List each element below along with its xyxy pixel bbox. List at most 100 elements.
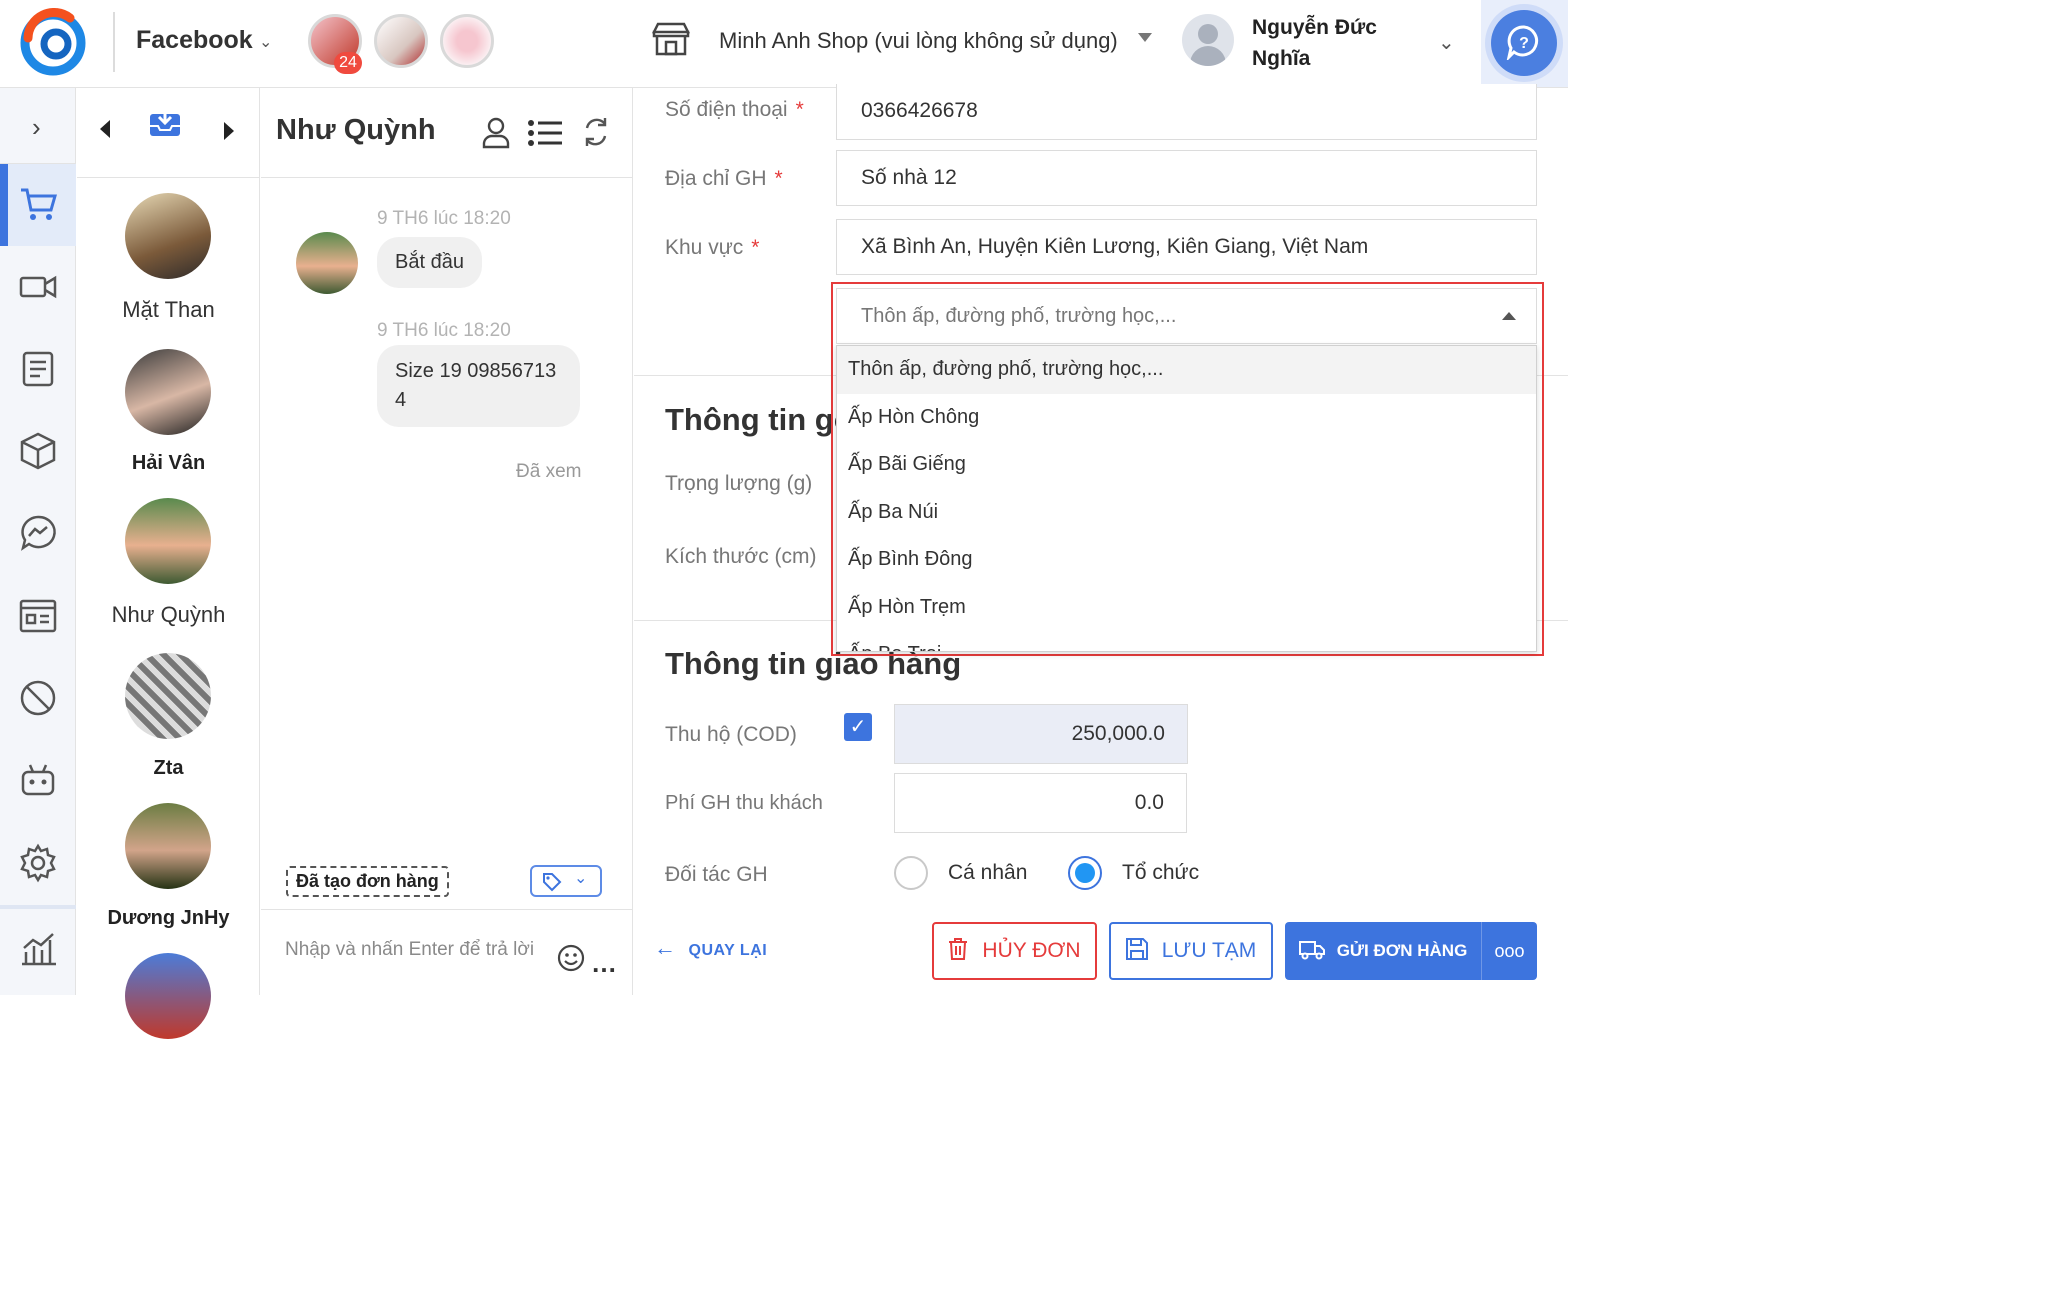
tag-button[interactable]: ⌄: [530, 865, 602, 897]
box-icon[interactable]: [18, 431, 58, 471]
partner-org-label[interactable]: Tổ chức: [1122, 861, 1199, 885]
chat-help-icon: ?: [1506, 25, 1539, 60]
nav-active-indicator: [0, 164, 8, 246]
contact-name[interactable]: Zta: [77, 757, 260, 780]
dropdown-option[interactable]: Ấp Bình Đông: [837, 536, 1536, 584]
sender-avatar: [296, 232, 358, 294]
chevron-down-icon[interactable]: ⌄: [1438, 30, 1455, 55]
cart-icon[interactable]: [18, 184, 58, 224]
page-avatar[interactable]: [440, 14, 494, 68]
messenger-icon[interactable]: [18, 513, 58, 553]
chevron-down-icon[interactable]: ⌄: [259, 32, 272, 52]
trash-icon: [949, 938, 968, 961]
back-button[interactable]: ← QUAY LẠI: [654, 935, 767, 961]
contact-name[interactable]: Dương JnHy: [77, 907, 260, 930]
user-icon[interactable]: [481, 117, 511, 149]
chevron-down-icon: ⌄: [574, 870, 588, 887]
seen-status: Đã xem: [516, 461, 582, 482]
divider: [113, 12, 115, 72]
phone-label: Số điện thoại *: [665, 98, 804, 121]
gear-icon[interactable]: [18, 843, 58, 883]
dropdown-option[interactable]: Thôn ấp, đường phố, trường học,...: [837, 346, 1536, 394]
top-bar: Facebook ⌄ 24 Minh Anh Shop (vui lòng kh…: [0, 0, 1568, 88]
analytics-icon[interactable]: [18, 928, 58, 968]
notes-icon[interactable]: [18, 349, 58, 389]
bot-icon[interactable]: [18, 760, 58, 800]
more-options-icon[interactable]: …: [591, 948, 618, 979]
cod-checkbox[interactable]: ✓: [844, 713, 872, 741]
save-icon: [1125, 938, 1148, 961]
dropdown-option[interactable]: Ấp Ba Núi: [837, 489, 1536, 537]
cod-input[interactable]: 250,000.0: [894, 704, 1188, 764]
expand-button[interactable]: ›: [0, 88, 76, 164]
post-icon[interactable]: [18, 596, 58, 636]
shop-selector[interactable]: Minh Anh Shop (vui lòng không sử dụng): [719, 28, 1118, 54]
contact-avatar[interactable]: [125, 193, 211, 279]
dropdown-option[interactable]: Ấp Bãi Giếng: [837, 441, 1536, 489]
contact-avatar[interactable]: [125, 803, 211, 889]
message-bubble: Bắt đầu: [377, 237, 482, 288]
channel-selector[interactable]: Facebook: [136, 26, 253, 55]
message-timestamp: 9 TH6 lúc 18:20: [377, 208, 511, 229]
user-name[interactable]: Nguyễn Đức Nghĩa: [1252, 12, 1402, 74]
contact-name[interactable]: Như Quỳnh: [77, 602, 260, 628]
message-timestamp: 9 TH6 lúc 18:20: [377, 320, 511, 341]
caret-left-icon[interactable]: [100, 120, 110, 138]
address-label: Địa chỉ GH *: [665, 167, 783, 190]
block-icon[interactable]: [18, 678, 58, 718]
message-bubble: Size 19 09856713 4: [377, 345, 580, 427]
hamlet-select-placeholder: Thôn ấp, đường phố, trường học,...: [861, 305, 1177, 327]
chevron-right-icon: ›: [32, 112, 41, 142]
user-avatar[interactable]: [1182, 14, 1234, 66]
fee-input[interactable]: 0.0: [894, 773, 1187, 833]
inbox-icon[interactable]: [148, 108, 182, 138]
contact-avatar[interactable]: [125, 653, 211, 739]
notification-badge: 24: [334, 52, 362, 74]
hamlet-select[interactable]: Thôn ấp, đường phố, trường học,...: [836, 288, 1537, 344]
refresh-icon[interactable]: [581, 116, 611, 148]
weight-label: Trọng lượng (g): [665, 472, 813, 495]
chat-input[interactable]: Nhập và nhấn Enter để trả lời: [285, 938, 535, 962]
contact-avatar[interactable]: [125, 349, 211, 435]
chat-title: Như Quỳnh: [276, 114, 436, 146]
divider: [261, 909, 633, 910]
page-avatar[interactable]: [374, 14, 428, 68]
area-input[interactable]: Xã Bình An, Huyện Kiên Lương, Kiên Giang…: [836, 219, 1537, 275]
shop-icon: [651, 22, 691, 56]
send-order-button[interactable]: GỬI ĐƠN HÀNG: [1285, 922, 1481, 980]
partner-personal-label[interactable]: Cá nhân: [948, 861, 1027, 885]
contact-avatar[interactable]: [125, 498, 211, 584]
partner-label: Đối tác GH: [665, 863, 768, 886]
size-label: Kích thước (cm): [665, 545, 817, 568]
partner-org-radio[interactable]: [1068, 856, 1102, 890]
save-draft-button[interactable]: LƯU TẠM: [1109, 922, 1273, 980]
arrow-left-icon: ←: [654, 935, 677, 960]
partner-personal-radio[interactable]: [894, 856, 928, 890]
contact-name[interactable]: Hải Vân: [77, 452, 260, 475]
help-button[interactable]: ?: [1481, 0, 1568, 87]
list-icon[interactable]: [527, 118, 563, 148]
phone-input[interactable]: 0366426678: [836, 84, 1537, 140]
contact-name[interactable]: Mặt Than: [77, 297, 260, 323]
hamlet-dropdown-list[interactable]: Thôn ấp, đường phố, trường học,... Ấp Hò…: [836, 345, 1537, 652]
emoji-icon[interactable]: [557, 944, 585, 972]
address-input[interactable]: Số nhà 12: [836, 150, 1537, 206]
more-actions-button[interactable]: ooo: [1482, 922, 1537, 980]
dropdown-option[interactable]: Ấp Ba Trại: [837, 631, 1536, 651]
contact-avatar[interactable]: [125, 953, 211, 1039]
order-created-label[interactable]: Đã tạo đơn hàng: [286, 866, 449, 897]
cancel-order-button[interactable]: HỦY ĐƠN: [932, 922, 1097, 980]
video-icon[interactable]: [18, 267, 58, 307]
area-label: Khu vực *: [665, 236, 760, 259]
fee-label: Phí GH thu khách: [665, 792, 823, 814]
svg-text:?: ?: [1519, 35, 1529, 52]
truck-icon: [1298, 940, 1325, 960]
app-logo: [20, 8, 86, 76]
dropdown-option[interactable]: Ấp Hòn Trẹm: [837, 584, 1536, 632]
caret-right-icon[interactable]: [224, 122, 234, 140]
dropdown-option[interactable]: Ấp Hòn Chông: [837, 394, 1536, 442]
tag-icon: [543, 873, 562, 892]
caret-down-icon[interactable]: [1138, 33, 1152, 42]
divider: [0, 905, 76, 909]
caret-up-icon[interactable]: [1502, 312, 1516, 320]
